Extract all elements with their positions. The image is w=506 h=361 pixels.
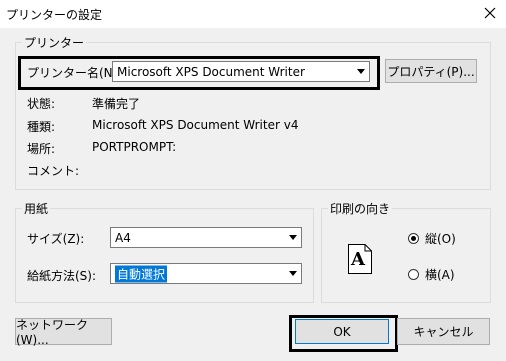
size-select[interactable]: A4 <box>110 227 302 248</box>
landscape-radio[interactable]: 横(A) <box>408 266 455 283</box>
network-button[interactable]: ネットワーク(W)... <box>15 318 112 347</box>
chevron-down-icon <box>284 265 300 282</box>
chevron-down-icon <box>284 229 300 246</box>
source-select[interactable]: 自動選択 <box>110 263 302 284</box>
portrait-radio[interactable]: 縦(O) <box>408 230 456 247</box>
ok-button[interactable]: OK <box>295 319 389 344</box>
portrait-radio-button[interactable] <box>408 233 419 244</box>
paper-group-legend: 用紙 <box>22 200 51 217</box>
paper-group <box>15 208 314 303</box>
chevron-down-icon <box>352 63 368 80</box>
where-label: 場所: <box>27 142 56 156</box>
close-button[interactable] <box>478 2 502 26</box>
source-label: 給紙方法(S): <box>27 269 97 283</box>
printer-group-legend: プリンター <box>22 34 87 51</box>
landscape-radio-button[interactable] <box>408 269 419 280</box>
status-value: 準備完了 <box>92 97 141 111</box>
orientation-group-legend: 印刷の向き <box>328 200 393 217</box>
page-icon-letter: A <box>351 249 365 270</box>
printer-name-select[interactable]: Microsoft XPS Document Writer <box>112 61 370 82</box>
size-label: サイズ(Z): <box>27 232 85 246</box>
type-value: Microsoft XPS Document Writer v4 <box>92 118 299 132</box>
radio-selected-dot <box>411 236 416 241</box>
printer-name-value: Microsoft XPS Document Writer <box>117 64 305 79</box>
close-icon <box>484 7 496 22</box>
window-title: プリンターの設定 <box>6 8 103 22</box>
size-value: A4 <box>115 230 131 245</box>
cancel-button[interactable]: キャンセル <box>397 318 490 345</box>
printer-name-label: プリンター名(N): <box>27 66 122 80</box>
properties-button[interactable]: プロパティ(P)... <box>385 59 477 83</box>
comment-label: コメント: <box>27 164 80 178</box>
page-portrait-icon: A <box>348 244 372 274</box>
status-label: 状態: <box>27 97 56 111</box>
orientation-group <box>321 208 491 303</box>
source-value: 自動選択 <box>115 265 168 282</box>
portrait-label: 縦(O) <box>425 232 456 246</box>
type-label: 種類: <box>27 120 56 134</box>
landscape-label: 横(A) <box>425 268 455 282</box>
where-value: PORTPROMPT: <box>92 140 177 154</box>
